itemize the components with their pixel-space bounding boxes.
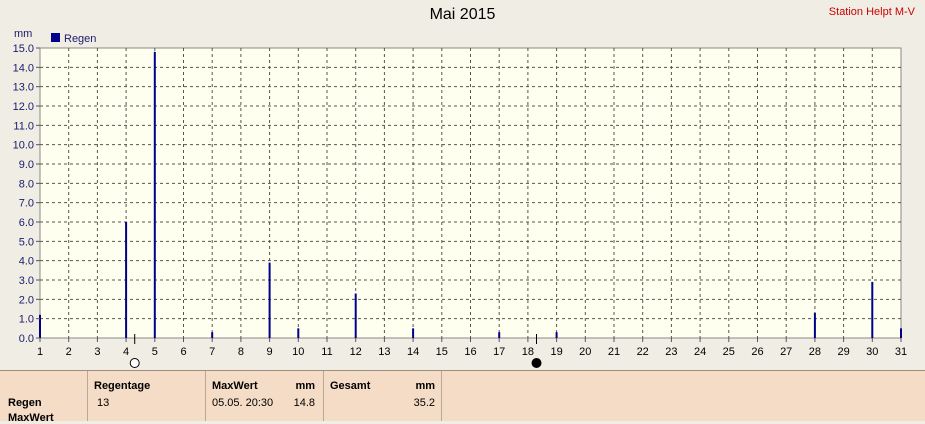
regentage-value: 13 bbox=[97, 397, 110, 409]
x-tick-label: 5 bbox=[152, 346, 158, 358]
row-label-cell: Regen MaxWert bbox=[0, 371, 88, 424]
y-tick-label: 4.0 bbox=[19, 256, 34, 268]
x-tick-label: 27 bbox=[780, 346, 792, 358]
y-tick-label: 5.0 bbox=[19, 236, 34, 248]
x-tick-label: 26 bbox=[751, 346, 763, 358]
maxwert-datetime: 05.05. 20:30 bbox=[212, 397, 274, 409]
x-tick-label: 4 bbox=[123, 346, 129, 358]
moon-phases bbox=[129, 334, 542, 368]
x-tick-label: 17 bbox=[493, 346, 505, 358]
x-tick-label: 10 bbox=[292, 346, 304, 358]
maxwert-unit: mm bbox=[295, 380, 315, 392]
legend-swatch bbox=[51, 33, 60, 42]
x-ticks: 1 2 3 4 5 6 7 8 9 10 11 12 13 14 15 16 17 18 19 20 21 22 23 24 2… bbox=[37, 338, 907, 358]
new-moon-icon bbox=[531, 358, 542, 368]
x-tick-label: 25 bbox=[723, 346, 735, 358]
y-tick-label: 10.0 bbox=[13, 140, 34, 152]
regentage-cell: Regentage 13 bbox=[88, 371, 206, 421]
x-tick-label: 23 bbox=[665, 346, 677, 358]
x-tick-label: 11 bbox=[321, 346, 332, 358]
regentage-header: Regentage bbox=[94, 380, 151, 392]
y-tick-label: 15.0 bbox=[13, 43, 34, 55]
y-tick-label: 13.0 bbox=[13, 82, 34, 94]
x-tick-label: 31 bbox=[895, 346, 907, 358]
rain-bar bbox=[555, 332, 558, 338]
legend-label: Regen bbox=[64, 33, 96, 45]
x-tick-label: 13 bbox=[378, 346, 390, 358]
x-tick-label: 8 bbox=[238, 346, 244, 358]
x-tick-label: 3 bbox=[94, 346, 100, 358]
x-tick-label: 7 bbox=[209, 346, 215, 358]
y-tick-label: 6.0 bbox=[19, 217, 34, 229]
y-tick-label: 12.0 bbox=[13, 101, 34, 113]
x-tick-label: 12 bbox=[350, 346, 362, 358]
gesamt-header: Gesamt bbox=[330, 380, 371, 392]
rain-bar bbox=[125, 222, 128, 338]
rain-bar bbox=[498, 332, 501, 338]
x-tick-label: 29 bbox=[837, 346, 849, 358]
x-tick-label: 18 bbox=[522, 346, 534, 358]
x-tick-label: 19 bbox=[550, 346, 562, 358]
rain-bar bbox=[813, 312, 816, 338]
x-tick-label: 20 bbox=[579, 346, 591, 358]
y-tick-label: 3.0 bbox=[19, 275, 34, 287]
summary-panel: Regen MaxWert Regentage 13 MaxWert mm 05… bbox=[0, 370, 925, 424]
x-tick-label: 28 bbox=[809, 346, 821, 358]
x-tick-label: 22 bbox=[637, 346, 649, 358]
rain-bar bbox=[900, 328, 902, 338]
x-tick-label: 6 bbox=[180, 346, 186, 358]
maxwert-cell: MaxWert mm 05.05. 20:30 14.8 bbox=[206, 371, 324, 421]
x-tick-label: 14 bbox=[407, 346, 419, 358]
y-tick-label: 0.0 bbox=[19, 333, 34, 345]
y-tick-label: 1.0 bbox=[19, 314, 34, 326]
y-tick-label: 8.0 bbox=[19, 178, 34, 190]
gesamt-unit: mm bbox=[415, 380, 435, 392]
x-tick-label: 16 bbox=[464, 346, 476, 358]
y-axis-unit: mm bbox=[14, 28, 32, 40]
rain-bar bbox=[412, 328, 415, 338]
x-tick-label: 15 bbox=[436, 346, 448, 358]
rain-bar bbox=[354, 293, 357, 338]
y-ticks: 0.0 1.0 2.0 3.0 4.0 5.0 6.0 7.0 8.0 9.0 10.0 11.0 12… bbox=[13, 43, 40, 345]
x-tick-label: 9 bbox=[267, 346, 273, 358]
y-tick-label: 7.0 bbox=[19, 198, 34, 210]
x-tick-label: 21 bbox=[608, 346, 620, 358]
y-tick-label: 2.0 bbox=[19, 294, 34, 306]
rain-bar bbox=[153, 51, 156, 338]
x-tick-label: 30 bbox=[866, 346, 878, 358]
x-tick-label: 24 bbox=[694, 346, 706, 358]
x-tick-label: 2 bbox=[66, 346, 72, 358]
row-label-regen: Regen bbox=[8, 397, 42, 409]
rain-bar bbox=[211, 332, 214, 338]
rain-bar bbox=[268, 262, 271, 338]
y-tick-label: 9.0 bbox=[19, 159, 34, 171]
maxwert-header: MaxWert bbox=[212, 380, 258, 392]
y-tick-label: 11.0 bbox=[13, 120, 34, 132]
x-tick-label: 1 bbox=[37, 346, 43, 358]
rain-chart: mm Regen 0.0 1.0 2.0 3.0 4.0 5.0 6.0 7.0 8.0 9.0 1… bbox=[13, 28, 907, 368]
gesamt-cell: Gesamt mm 35.2 bbox=[324, 371, 442, 421]
y-tick-label: 14.0 bbox=[13, 62, 34, 74]
full-moon-icon bbox=[129, 358, 140, 368]
maxwert-value: 14.8 bbox=[293, 397, 315, 409]
rain-bar bbox=[297, 328, 300, 338]
gesamt-value: 35.2 bbox=[413, 397, 435, 409]
rain-bar bbox=[871, 281, 874, 338]
row-label-maxwert: MaxWert bbox=[8, 412, 54, 424]
